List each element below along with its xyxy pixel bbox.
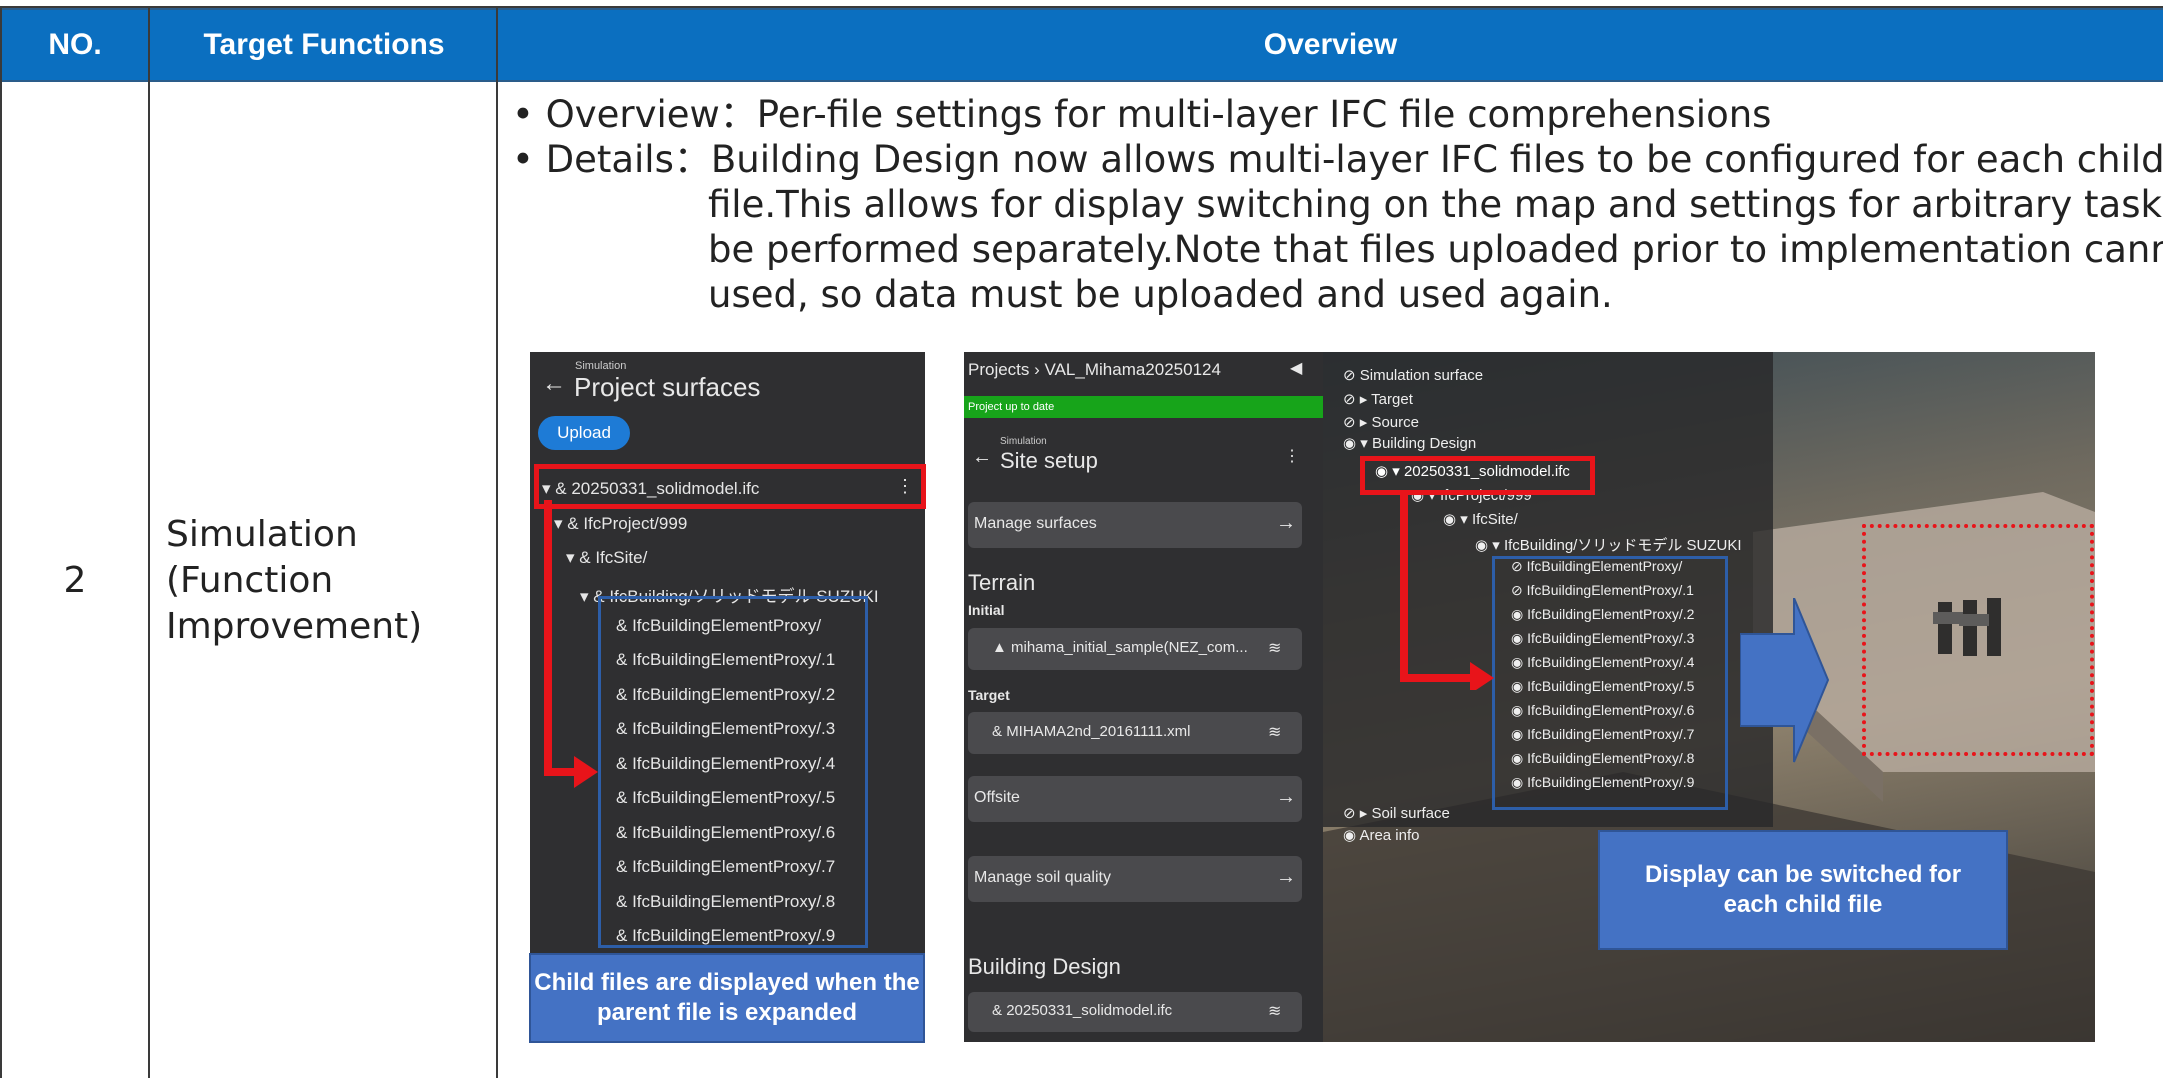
button-label: Offsite — [974, 789, 1020, 806]
manage-surfaces-button[interactable]: Manage surfaces → — [968, 502, 1302, 548]
select-value: mihama_initial_sample(NEZ_com... — [1011, 639, 1248, 656]
expand-arrow — [544, 500, 598, 788]
function-line: Improvement) — [166, 606, 423, 647]
layer-label: Soil surface — [1371, 805, 1450, 822]
initial-label: Initial — [968, 602, 1005, 618]
details-bullet: • Details：Building Design now allows mul… — [512, 138, 2163, 181]
layer-label: IfcBuilding/ソリッドモデル SUZUKI — [1503, 537, 1742, 554]
project-breadcrumb[interactable]: Projects › VAL_Mihama20250124 — [968, 360, 1221, 380]
arrow-right-icon: → — [1276, 512, 1296, 534]
layer-label: Target — [1371, 391, 1413, 408]
upload-button[interactable]: Upload — [538, 416, 630, 450]
back-arrow-icon[interactable]: ← — [972, 446, 992, 469]
site-setup-panel: Projects › VAL_Mihama20250124 ◀ Project … — [964, 352, 1323, 1042]
layer-item[interactable]: ⊘ ▸ Target — [1343, 390, 1413, 408]
children-highlight — [598, 596, 868, 948]
layer-item[interactable]: ◉ ▾ Building Design — [1343, 434, 1476, 452]
arrow-right-icon: → — [1276, 866, 1296, 888]
layer-item[interactable]: ⊘ ▸ Soil surface — [1343, 804, 1450, 822]
map-expand-arrow — [1400, 490, 1494, 690]
offsite-button[interactable]: Offsite → — [968, 776, 1302, 822]
layers-icon: ≋ — [1268, 724, 1282, 741]
function-line: (Function — [166, 560, 334, 601]
target-label: Target — [968, 687, 1010, 703]
button-label: Manage soil quality — [974, 869, 1111, 886]
function-line: Simulation — [166, 514, 358, 555]
manage-soil-button[interactable]: Manage soil quality → — [968, 856, 1302, 902]
pointer-arrow — [1740, 598, 1830, 763]
left-callout: Child files are displayed when the paren… — [529, 953, 925, 1043]
sub-breadcrumb: Simulation — [1000, 436, 1047, 447]
table-border — [0, 6, 2163, 8]
overview-bullet: • Overview：Per-file settings for multi-l… — [512, 93, 1772, 136]
layer-item[interactable]: ⊘ ▸ Source — [1343, 413, 1419, 431]
building-design-heading: Building Design — [968, 954, 1121, 979]
layer-label: Source — [1371, 414, 1419, 431]
target-surface-select[interactable]: & MIHAMA2nd_20161111.xml ≋ — [968, 712, 1302, 754]
details-line: file.This allows for display switching o… — [708, 183, 2163, 226]
building-file-select[interactable]: & 20250331_solidmodel.ifc ≋ — [968, 992, 1302, 1032]
terrain-heading: Terrain — [968, 570, 1036, 595]
column-divider — [496, 8, 498, 1078]
map-children-highlight — [1492, 556, 1728, 810]
initial-surface-select[interactable]: ▲ mihama_initial_sample(NEZ_com... ≋ — [968, 628, 1302, 670]
status-bar: Project up to date — [964, 396, 1323, 418]
row-number: 2 — [63, 559, 87, 601]
select-value: MIHAMA2nd_20161111.xml — [1006, 723, 1191, 740]
details-line: used, so data must be uploaded and used … — [708, 273, 1613, 316]
header-no: NO. — [0, 8, 150, 82]
panel-title: Site setup — [1000, 448, 1098, 473]
header-target-functions: Target Functions — [150, 8, 498, 82]
layer-label: Simulation surface — [1359, 367, 1484, 384]
collapse-icon[interactable]: ◀ — [1290, 358, 1302, 378]
layer-label: Building Design — [1371, 435, 1477, 452]
back-arrow-icon[interactable]: ← — [542, 370, 566, 398]
header-overview: Overview — [498, 8, 2163, 82]
building-highlight — [1862, 524, 2094, 756]
details-line: be performed separately.Note that files … — [708, 228, 2163, 271]
target-function: Simulation (Function Improvement) — [166, 512, 422, 650]
layers-icon: ≋ — [1268, 640, 1282, 657]
select-value: 20250331_solidmodel.ifc — [1006, 1002, 1173, 1019]
layers-icon: ≋ — [1268, 1003, 1282, 1020]
more-icon[interactable]: ⋮ — [1284, 446, 1300, 466]
layer-item[interactable]: ◉ Area info — [1343, 826, 1419, 844]
arrow-right-icon: → — [1276, 786, 1296, 808]
right-callout: Display can be switched for each child f… — [1598, 830, 2008, 950]
layer-item[interactable]: ◉ ▾ IfcBuilding/ソリッドモデル SUZUKI — [1475, 534, 1742, 555]
layer-label: Area info — [1359, 827, 1420, 844]
breadcrumb: Simulation — [575, 360, 627, 372]
panel-title: Project surfaces — [574, 372, 761, 402]
button-label: Manage surfaces — [974, 515, 1097, 532]
layer-item[interactable]: ⊘ Simulation surface — [1343, 366, 1483, 384]
